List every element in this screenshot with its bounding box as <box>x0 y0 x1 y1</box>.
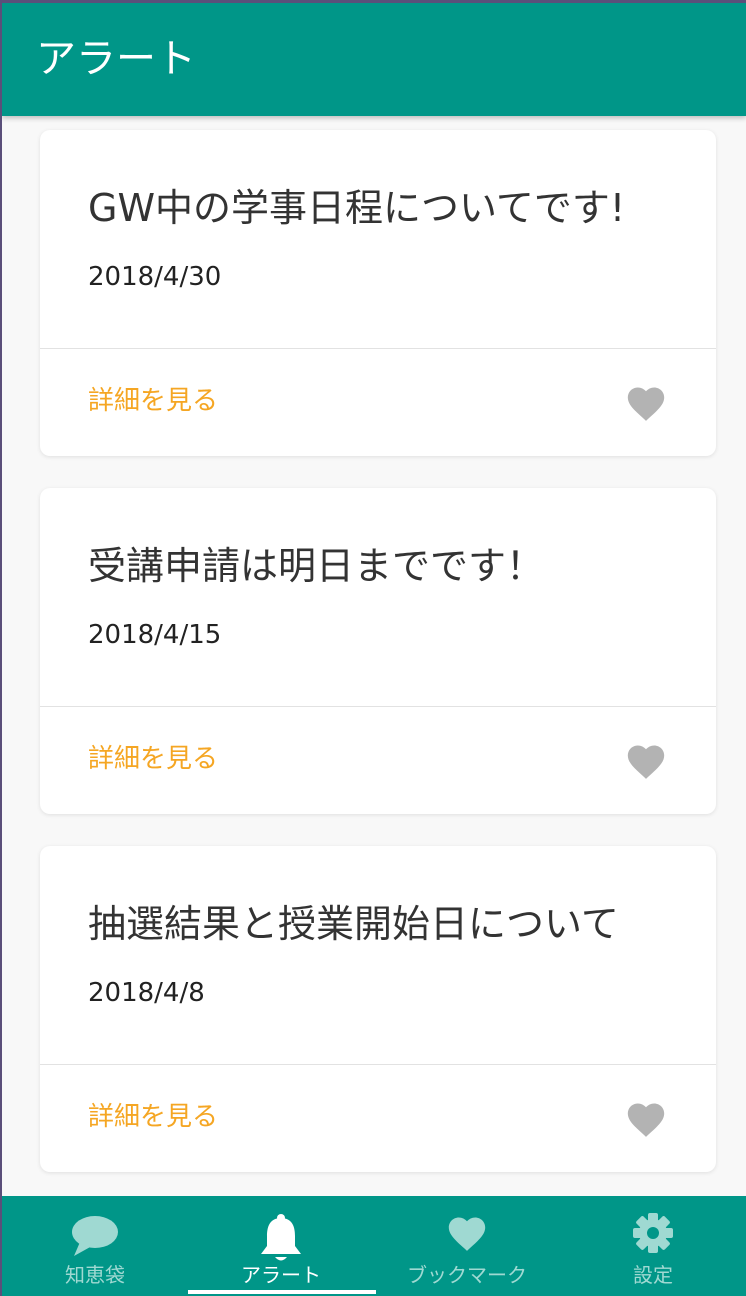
tab-label: アラート <box>241 1263 321 1287</box>
tab-label: 知恵袋 <box>65 1263 125 1287</box>
heart-icon <box>374 1212 560 1264</box>
alert-list[interactable]: GW中の学事日程についてです! 2018/4/30 詳細を見る 受講申請は明日ま… <box>2 116 746 1196</box>
alert-date: 2018/4/30 <box>88 262 222 292</box>
tab-bookmark[interactable]: ブックマーク <box>374 1196 560 1296</box>
alert-title: 抽選結果と授業開始日について <box>88 902 619 946</box>
alert-title: 受講申請は明日までです！ <box>88 544 545 588</box>
gear-icon <box>560 1212 746 1264</box>
alert-date: 2018/4/15 <box>88 620 222 650</box>
bell-icon <box>188 1212 374 1264</box>
view-details-link[interactable]: 詳細を見る <box>88 384 218 418</box>
view-details-link[interactable]: 詳細を見る <box>88 742 218 776</box>
bookmark-heart-icon[interactable] <box>624 382 668 422</box>
bottom-tab-bar: 知恵袋 アラート ブックマーク 設定 <box>2 1196 746 1296</box>
active-tab-indicator <box>188 1290 376 1294</box>
alert-title: GW中の学事日程についてです! <box>88 186 626 230</box>
bookmark-heart-icon[interactable] <box>624 740 668 780</box>
page-title: アラート <box>36 36 196 82</box>
tab-chiebukuro[interactable]: 知恵袋 <box>2 1196 188 1296</box>
view-details-link[interactable]: 詳細を見る <box>88 1100 218 1134</box>
chat-bubble-icon <box>2 1212 188 1264</box>
alert-card: 受講申請は明日までです！ 2018/4/15 詳細を見る <box>40 488 716 814</box>
app-frame: アラート GW中の学事日程についてです! 2018/4/30 詳細を見る 受講申… <box>2 3 746 1296</box>
tab-label: 設定 <box>633 1263 673 1287</box>
tab-alert[interactable]: アラート <box>188 1196 374 1296</box>
alert-card: GW中の学事日程についてです! 2018/4/30 詳細を見る <box>40 130 716 456</box>
tab-settings[interactable]: 設定 <box>560 1196 746 1296</box>
alert-card: 抽選結果と授業開始日について 2018/4/8 詳細を見る <box>40 846 716 1172</box>
card-divider <box>40 706 716 707</box>
app-bar: アラート <box>2 3 746 116</box>
card-divider <box>40 1064 716 1065</box>
tab-label: ブックマーク <box>407 1263 527 1287</box>
card-divider <box>40 348 716 349</box>
bookmark-heart-icon[interactable] <box>624 1098 668 1138</box>
alert-date: 2018/4/8 <box>88 978 205 1008</box>
